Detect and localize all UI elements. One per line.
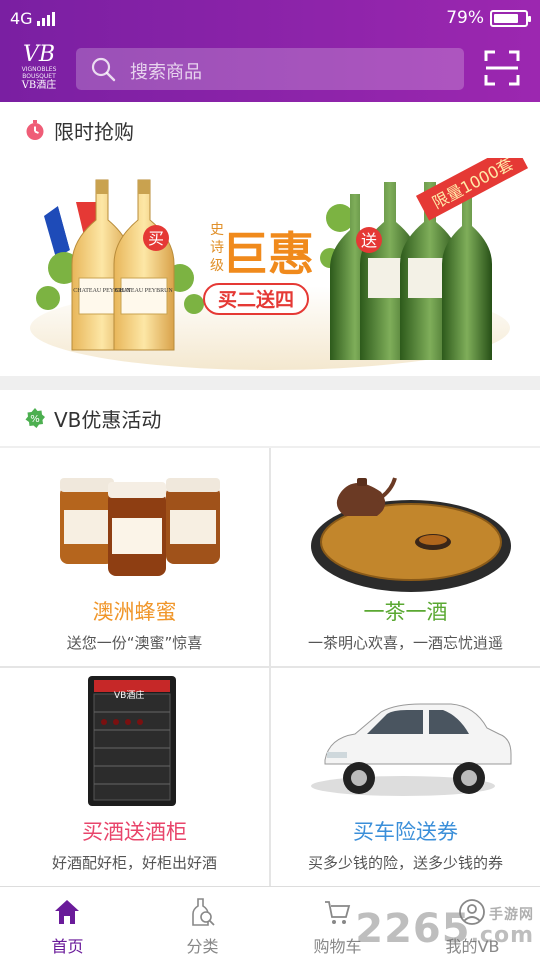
svg-text:%: % xyxy=(30,414,40,425)
promo-subtitle: 买多少钱的险，送多少钱的券 xyxy=(307,854,503,872)
white-car-image xyxy=(311,703,512,796)
promo-subtitle: 送您一份“澳蜜”惊喜 xyxy=(66,634,203,652)
promo-title: 买车险送券 xyxy=(353,820,458,844)
nav-category[interactable]: 分类 xyxy=(135,887,270,960)
flash-sale-banner[interactable]: CHATEAU PEYBRUN CHATEAU PEYBRUN 买 史 诗 级 … xyxy=(0,158,540,376)
cart-icon xyxy=(325,901,351,924)
promo-tea-wine[interactable]: 一茶一酒 一茶明心欢喜，一酒忘忧逍遥 xyxy=(271,448,540,666)
tea-tray-image xyxy=(311,477,511,592)
promo-subtitle: 好酒配好柜，好柜出好酒 xyxy=(51,854,217,872)
watermark-brand: 2265 xyxy=(355,906,471,952)
bottle-label-right: CHATEAU PEYBRUN xyxy=(115,288,173,294)
fridge-brand-label: VB酒庄 xyxy=(114,691,145,701)
promo-subtitle: 一茶明心欢喜，一酒忘忧逍遥 xyxy=(307,634,503,652)
promotions-title: VB优惠活动 xyxy=(54,408,162,432)
promotions-header: % VB优惠活动 xyxy=(0,390,540,446)
search-icon xyxy=(91,57,116,82)
promo-car-insurance[interactable]: 买车险送券 买多少钱的险，送多少钱的券 xyxy=(271,668,540,886)
home-icon xyxy=(55,900,79,924)
flash-sale-header: 限时抢购 xyxy=(0,102,540,158)
watermark-suffix: 手游网 xyxy=(489,907,534,923)
percent-badge-icon: % xyxy=(25,408,45,428)
banner-offer: 买二送四 xyxy=(218,288,294,311)
search-bar[interactable]: 搜索商品 xyxy=(76,48,464,90)
vb-logo[interactable]: VB VIGNOBLES BOUSQUET VB酒庄 xyxy=(14,44,64,94)
watermark-domain: .com xyxy=(470,923,534,948)
network-label: 4G xyxy=(10,9,33,28)
flash-sale-title: 限时抢购 xyxy=(54,120,134,144)
battery-icon xyxy=(490,9,531,27)
stopwatch-icon xyxy=(26,120,44,140)
banner-art: CHATEAU PEYBRUN CHATEAU PEYBRUN 买 史 诗 级 … xyxy=(0,158,540,376)
buy-badge: 买 xyxy=(148,229,164,248)
promo-title: 一茶一酒 xyxy=(363,600,448,624)
promotions-grid: 澳洲蜂蜜 送您一份“澳蜜”惊喜 一茶一酒 一茶明心欢喜，一酒忘忧逍遥 VB酒庄 … xyxy=(0,448,540,886)
promo-wine-cabinet[interactable]: VB酒庄 买酒送酒柜 好酒配好柜，好柜出好酒 xyxy=(0,668,269,886)
status-bar: 4G 79% xyxy=(0,0,540,36)
promo-title: 买酒送酒柜 xyxy=(82,820,187,844)
logo-tagline: VIGNOBLES BOUSQUET xyxy=(21,66,57,80)
banner-headline: 巨惠 xyxy=(222,227,314,281)
site-watermark: 2265.com 手游网 xyxy=(355,906,534,952)
honey-jars-image xyxy=(60,478,220,576)
battery-percent: 79% xyxy=(446,8,484,28)
search-input[interactable]: 搜索商品 xyxy=(130,58,202,84)
nav-home[interactable]: 首页 xyxy=(0,887,135,960)
logo-mark: VB xyxy=(22,42,56,67)
gift-badge: 送 xyxy=(361,231,377,250)
scan-icon[interactable] xyxy=(484,50,520,86)
bottle-search-icon xyxy=(192,898,215,926)
promo-title: 澳洲蜂蜜 xyxy=(92,600,177,624)
nav-label: 首页 xyxy=(51,937,84,956)
app-header: 4G 79% VB VIGNOBLES BOUSQUET VB酒庄 搜索商品 xyxy=(0,0,540,102)
nav-label: 分类 xyxy=(186,937,219,956)
promo-honey[interactable]: 澳洲蜂蜜 送您一份“澳蜜”惊喜 xyxy=(0,448,269,666)
logo-name: VB酒庄 xyxy=(21,80,57,91)
signal-icon xyxy=(36,11,55,26)
